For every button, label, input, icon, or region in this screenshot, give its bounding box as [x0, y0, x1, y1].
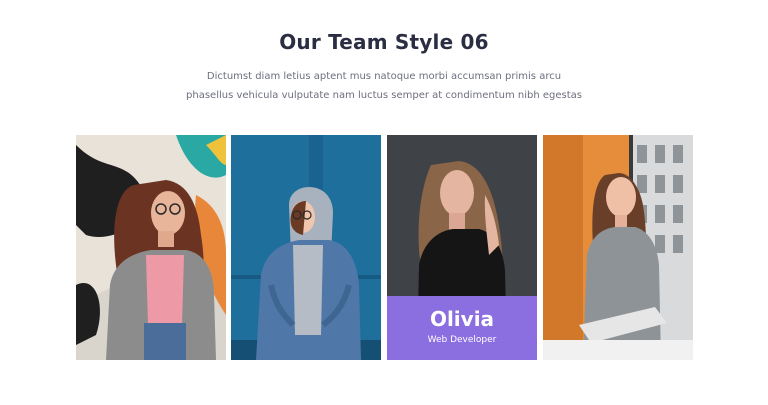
team-grid: Olivia Web Developer — [76, 135, 693, 360]
member-info-overlay: Olivia Web Developer — [387, 296, 537, 360]
team-member-card[interactable] — [76, 135, 226, 360]
section-description: Dictumst diam letius aptent mus natoque … — [186, 71, 582, 101]
team-member-card[interactable] — [231, 135, 381, 360]
team-member-photo — [543, 135, 693, 360]
member-name: Olivia — [429, 307, 495, 331]
section-title: Our Team Style 06 — [279, 30, 489, 54]
team-member-photo — [231, 135, 381, 360]
team-member-photo — [76, 135, 226, 360]
team-section: Our Team Style 06 Dictumst diam letius a… — [0, 0, 768, 405]
team-member-card-active[interactable]: Olivia Web Developer — [387, 135, 537, 360]
member-role: Web Developer — [427, 335, 497, 345]
team-member-card[interactable] — [543, 135, 693, 360]
